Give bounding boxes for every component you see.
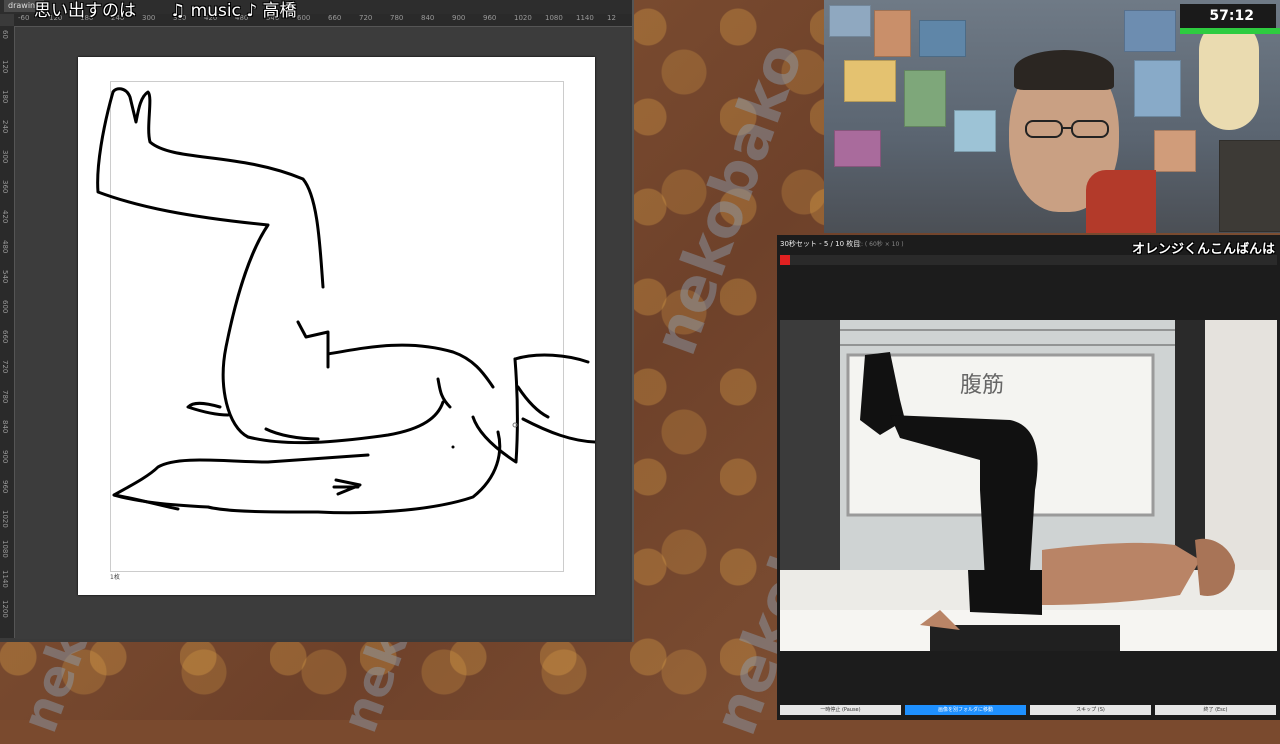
streamer-hair: [1014, 50, 1114, 90]
ruler-tick-label: 780: [390, 14, 404, 22]
gesture-sketch: [96, 87, 595, 515]
ruler-tick-label: 180: [1, 90, 9, 104]
ruler-tick-label: 420: [1, 210, 9, 224]
ruler-tick-label: 540: [1, 270, 9, 284]
move-image-button[interactable]: 画像を別フォルダに移動: [905, 705, 1026, 715]
ruler-tick-label: 900: [1, 450, 9, 464]
ruler-tick-label: 600: [1, 300, 9, 314]
teddy-bear: [1199, 20, 1259, 130]
ruler-tick-label: 960: [1, 480, 9, 494]
page-count-label: 1枚: [110, 574, 120, 581]
wall-poster: [1134, 60, 1181, 117]
glasses-icon: [1025, 120, 1109, 138]
ruler-tick-label: 960: [483, 14, 497, 22]
control-buttons: 一時停止 (Pause) 画像を別フォルダに移動 スキップ (S) 終了 (Es…: [780, 705, 1277, 717]
ruler-tick-label: 480: [1, 240, 9, 254]
next-set-label: 次: ( 60秒 × 10 ): [855, 241, 904, 248]
wall-poster: [919, 20, 966, 57]
wall-poster: [1124, 10, 1176, 52]
now-playing-title: 思い出すのは ♫ music ♪ 高橋: [34, 1, 297, 21]
pause-button[interactable]: 一時停止 (Pause): [780, 705, 901, 715]
wall-poster: [834, 130, 881, 167]
timer-progress-bar: [780, 255, 1277, 265]
ruler-tick-label: 12: [607, 14, 616, 22]
ruler-tick-label: 720: [1, 360, 9, 374]
webcam-feed: [824, 0, 1280, 233]
ruler-tick-label: 1140: [576, 14, 594, 22]
wall-poster: [904, 70, 946, 127]
wall-poster: [829, 5, 871, 37]
ruler-tick-label: 660: [1, 330, 9, 344]
timer-progress-fill: [780, 255, 790, 265]
set-progress-label: 30秒セット - 5 / 10 枚目: [780, 240, 861, 248]
whiteboard-text: 腹筋: [960, 373, 1004, 398]
skip-button[interactable]: スキップ (S): [1030, 705, 1151, 715]
ruler-tick-label: 60: [1, 30, 9, 39]
timer-bar: [1180, 28, 1280, 34]
vertical-ruler: 60 120 180 240 300 360 420 480 540 600 660 720 780 84…: [0, 26, 15, 638]
ruler-tick-label: 1080: [1, 540, 9, 558]
wall-poster: [1154, 130, 1196, 172]
ruler-tick-label: 600: [297, 14, 311, 22]
ruler-tick-label: 720: [359, 14, 373, 22]
streamer-sweater: [1086, 170, 1156, 233]
ruler-tick-label: 1020: [514, 14, 532, 22]
reference-photo: 腹筋: [780, 320, 1277, 651]
reference-photo-scene: 腹筋: [780, 320, 1277, 651]
ruler-tick-label: 360: [1, 180, 9, 194]
ruler-tick-label: 240: [1, 120, 9, 134]
ruler-tick-label: 660: [328, 14, 342, 22]
ruler-tick-label: 1020: [1, 510, 9, 528]
drawing-app-window: drawing -60 120 180 240 300 360 420 480 540 600 66…: [0, 0, 634, 642]
ruler-tick-label: 120: [1, 60, 9, 74]
stream-timer: 57:12: [1180, 4, 1276, 28]
wall-poster: [954, 110, 996, 152]
wall-poster: [844, 60, 896, 102]
ruler-tick-label: 1200: [1, 600, 9, 618]
ruler-tick-label: 840: [421, 14, 435, 22]
ruler-tick-label: 300: [1, 150, 9, 164]
ruler-tick-label: -60: [18, 14, 30, 22]
reference-panel: 30秒セット - 5 / 10 枚目 次: ( 60秒 × 10 ) オレンジく…: [777, 235, 1280, 720]
ruler-tick-label: 840: [1, 420, 9, 434]
bookshelf: [1219, 140, 1280, 232]
ruler-tick-label: 780: [1, 390, 9, 404]
end-button[interactable]: 終了 (Esc): [1155, 705, 1276, 715]
ruler-tick-label: 1140: [1, 570, 9, 588]
wall-poster: [874, 10, 911, 57]
ruler-tick-label: 1080: [545, 14, 563, 22]
ruler-tick-label: 900: [452, 14, 466, 22]
